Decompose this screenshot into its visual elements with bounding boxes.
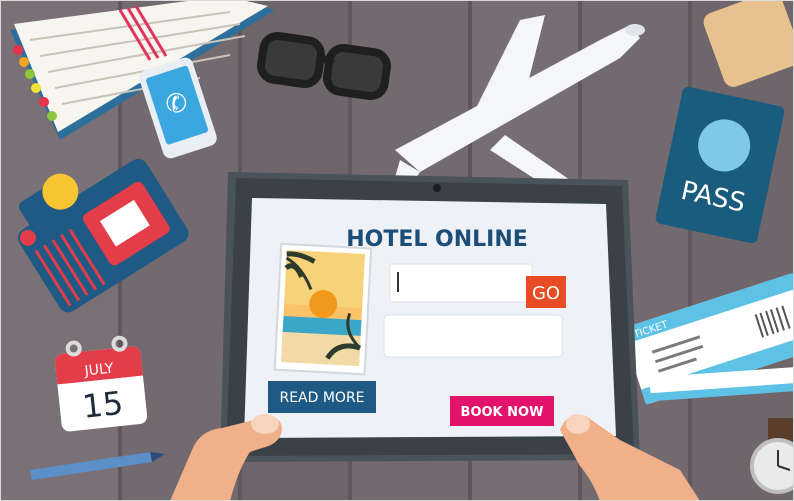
- book-now-label: BOOK NOW: [461, 405, 544, 420]
- go-button[interactable]: GO: [526, 276, 566, 308]
- illustration-canvas: ✆ PASS JULY 15 TICKET HOTEL ONLINE GO RE…: [0, 0, 794, 501]
- beach-photo-icon: [273, 242, 373, 376]
- calendar-month: JULY: [83, 360, 115, 379]
- read-more-label: READ MORE: [279, 390, 364, 406]
- read-more-button[interactable]: READ MORE: [268, 381, 376, 413]
- go-button-label: GO: [532, 283, 560, 304]
- book-now-button[interactable]: BOOK NOW: [450, 396, 554, 426]
- travel-desk-illustration: ✆ PASS JULY 15 TICKET HOTEL ONLINE GO RE…: [0, 0, 794, 501]
- calendar-day: 15: [81, 384, 125, 426]
- calendar-icon: JULY 15: [55, 335, 148, 432]
- secondary-input-field[interactable]: [383, 314, 563, 358]
- search-field[interactable]: [389, 263, 533, 303]
- app-title: HOTEL ONLINE: [346, 227, 528, 252]
